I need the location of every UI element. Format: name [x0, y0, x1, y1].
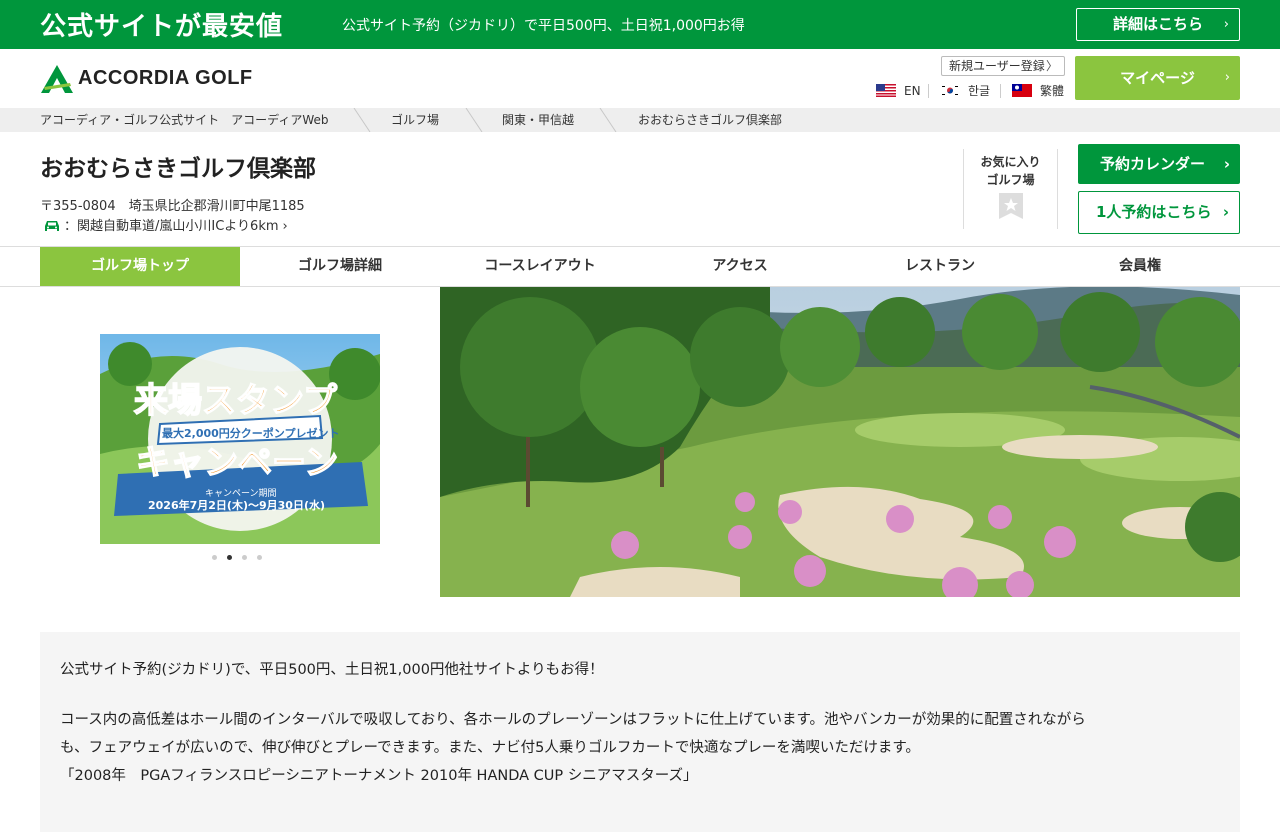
- mypage-button[interactable]: マイページ ›: [1075, 56, 1240, 100]
- description-line: コース内の高低差はホール間のインターバルで吸収しており、各ホールのプレーゾーンは…: [60, 712, 1086, 728]
- chevron-right-icon: ›: [1222, 203, 1229, 221]
- favorite-label: お気に入り ゴルフ場: [964, 153, 1057, 189]
- club-address: 〒355-0804 埼玉県比企郡滑川町中尾1185: [40, 199, 305, 214]
- promo-details-button[interactable]: 詳細はこちら ›: [1076, 8, 1240, 41]
- reservation-calendar-label: 予約カレンダー: [1100, 155, 1206, 173]
- description-line: 公式サイト予約(ジカドリ)で、平日500円、土日祝1,000円他社サイトよりもお…: [60, 662, 604, 678]
- breadcrumb-item-golf[interactable]: ゴルフ場: [391, 108, 439, 132]
- golf-course-hero-image: [440, 287, 1240, 597]
- campaign-banner[interactable]: 来場スタンプ 最大2,000円分クーポンプレゼント キャンペーン キャンペーン期…: [100, 334, 380, 544]
- banner-period: 2026年7月2日(木)～9月30日(水): [148, 498, 325, 512]
- breadcrumb-separator-icon: [465, 108, 483, 132]
- access-text: 関越自動車道/嵐山小川ICより6km: [77, 219, 279, 234]
- single-reservation-label: 1人予約はこちら: [1096, 203, 1212, 221]
- language-en-label: EN: [904, 84, 921, 98]
- favorite-label-line1: お気に入り: [980, 155, 1041, 169]
- carousel-dot-active[interactable]: [227, 555, 232, 560]
- language-en[interactable]: EN: [876, 83, 921, 99]
- promo-title: 公式サイトが最安値: [40, 12, 284, 42]
- banner-title-line1: 来場スタンプ: [134, 381, 337, 421]
- divider: [928, 84, 929, 98]
- breadcrumb-item-home[interactable]: アコーディア・ゴルフ公式サイト アコーディアWeb: [40, 108, 328, 132]
- carousel-dot[interactable]: [212, 555, 217, 560]
- favorite-label-line2: ゴルフ場: [986, 173, 1035, 187]
- access-colon: ：: [64, 219, 78, 234]
- chevron-right-icon: 〉: [1045, 59, 1058, 73]
- tab-golf-top[interactable]: ゴルフ場トップ: [40, 247, 240, 286]
- tab-golf-details[interactable]: ゴルフ場詳細: [240, 247, 440, 286]
- club-description: 公式サイト予約(ジカドリ)で、平日500円、土日祝1,000円他社サイトよりもお…: [40, 632, 1240, 832]
- reservation-calendar-button[interactable]: 予約カレンダー ›: [1078, 144, 1240, 184]
- mypage-label: マイページ: [1120, 69, 1195, 87]
- breadcrumb-item-current: おおむらさきゴルフ倶楽部: [638, 113, 783, 127]
- promo-bar: 公式サイトが最安値 公式サイト予約（ジカドリ）で平日500円、土日祝1,000円…: [0, 0, 1280, 49]
- page-title: おおむらさきゴルフ倶楽部: [40, 156, 316, 182]
- language-zh-label: 繁體: [1040, 84, 1065, 98]
- breadcrumb-separator-icon: [599, 108, 617, 132]
- breadcrumb-separator-icon: [353, 108, 371, 132]
- register-label: 新規ユーザー登録: [949, 59, 1045, 73]
- carousel-dot[interactable]: [257, 555, 262, 560]
- chevron-right-icon: ›: [282, 219, 288, 234]
- description-line: も、フェアウェイが広いので、伸び伸びとプレーできます。また、ナビ付5人乗りゴルフ…: [60, 740, 920, 756]
- banner-title-line2: キャンペーン: [136, 443, 338, 483]
- favorite-golf-course[interactable]: お気に入り ゴルフ場: [963, 149, 1058, 229]
- chevron-right-icon: ›: [1224, 70, 1230, 85]
- single-reservation-button[interactable]: 1人予約はこちら ›: [1078, 191, 1240, 234]
- tab-access[interactable]: アクセス: [640, 247, 840, 286]
- language-zh[interactable]: 繁體: [1012, 83, 1064, 99]
- banner-period-label: キャンペーン期間: [205, 488, 277, 499]
- promo-details-label: 詳細はこちら: [1112, 15, 1203, 33]
- accordia-logo-icon: [41, 65, 73, 93]
- language-ko[interactable]: 한글: [940, 83, 990, 99]
- korea-flag-icon: [940, 84, 960, 97]
- tab-restaurant[interactable]: レストラン: [840, 247, 1040, 286]
- bookmark-star-icon: [999, 193, 1023, 219]
- golf-course-photo: [440, 287, 1240, 597]
- chevron-right-icon: ›: [1223, 17, 1229, 32]
- register-link[interactable]: 新規ユーザー登録 〉: [941, 56, 1065, 76]
- description-line: 「2008年 PGAフィランスロピーシニアトーナメント 2010年 HANDA …: [60, 768, 698, 784]
- car-icon: [45, 221, 59, 231]
- logo-text: ACCORDIA GOLF: [78, 67, 253, 89]
- carousel-dot[interactable]: [242, 555, 247, 560]
- tab-course-layout[interactable]: コースレイアウト: [440, 247, 640, 286]
- chevron-right-icon: ›: [1223, 155, 1230, 173]
- access-link[interactable]: ：関越自動車道/嵐山小川ICより6km ›: [44, 218, 288, 236]
- language-ko-label: 한글: [968, 84, 991, 98]
- breadcrumb: アコーディア・ゴルフ公式サイト アコーディアWeb ゴルフ場 関東・甲信越 おお…: [0, 108, 1280, 132]
- us-flag-icon: [876, 84, 896, 97]
- tab-membership[interactable]: 会員権: [1040, 247, 1240, 286]
- breadcrumb-item-region[interactable]: 関東・甲信越: [502, 108, 574, 132]
- banner-sub: 最大2,000円分クーポンプレゼント: [162, 426, 339, 440]
- divider: [1000, 84, 1001, 98]
- taiwan-flag-icon: [1012, 84, 1032, 97]
- promo-text: 公式サイト予約（ジカドリ）で平日500円、土日祝1,000円お得: [342, 18, 745, 34]
- campaign-banner-image: 来場スタンプ 最大2,000円分クーポンプレゼント キャンペーン キャンペーン期…: [100, 334, 380, 544]
